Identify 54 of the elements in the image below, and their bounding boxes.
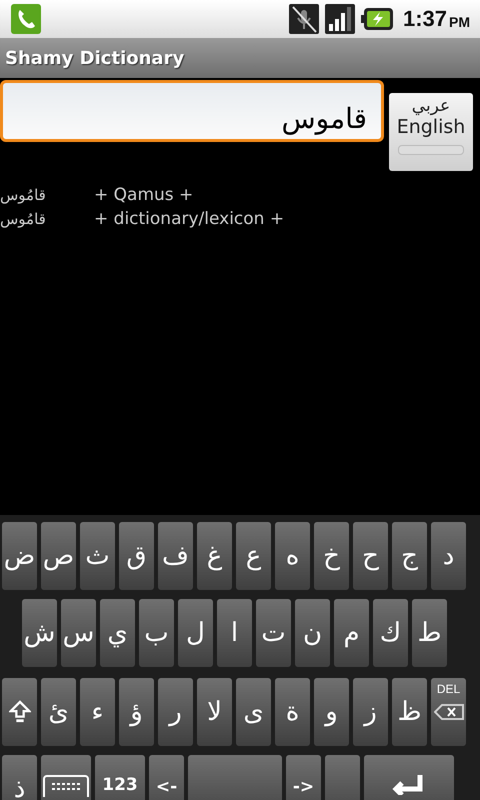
letter-key[interactable]: د <box>431 522 466 590</box>
letter-key[interactable]: لا <box>197 678 232 746</box>
letter-key[interactable]: س <box>61 599 96 667</box>
english-translation: + Qamus + <box>94 184 194 207</box>
keyboard-icon <box>43 775 89 797</box>
letter-key[interactable]: ط <box>412 599 447 667</box>
letter-key[interactable]: ب <box>139 599 174 667</box>
arabic-word: قامُوس <box>0 209 47 230</box>
search-field[interactable]: قاموس <box>0 80 384 142</box>
arrow-key[interactable]: <- <box>149 755 184 800</box>
shift-key[interactable] <box>2 678 37 746</box>
arabic-word: قامُوس <box>0 185 47 206</box>
letter-key[interactable]: ا <box>217 599 252 667</box>
clock-time: 1:37 <box>402 6 447 32</box>
letter-key[interactable]: ث <box>80 522 115 590</box>
letter-key[interactable]: ؤ <box>119 678 154 746</box>
letter-key[interactable]: ق <box>119 522 154 590</box>
battery-charging-icon <box>360 8 393 30</box>
letter-key[interactable]: ة <box>275 678 310 746</box>
backspace-icon <box>434 704 464 720</box>
app-title: Shamy Dictionary <box>5 48 184 68</box>
letter-key[interactable]: ز <box>353 678 388 746</box>
letter-key[interactable]: ر <box>158 678 193 746</box>
letter-key[interactable]: ض <box>2 522 37 590</box>
letter-key[interactable]: ح <box>353 522 388 590</box>
letter-key[interactable]: ج <box>392 522 427 590</box>
signal-icon <box>324 4 355 34</box>
letter-key[interactable]: ش <box>22 599 57 667</box>
letter-key[interactable]: ظ <box>392 678 427 746</box>
letter-key[interactable]: ذ <box>2 755 37 800</box>
muted-microphone-icon <box>288 4 319 34</box>
letter-key[interactable]: ع <box>236 522 271 590</box>
letter-key[interactable]: ء <box>80 678 115 746</box>
letter-key[interactable]: ئ <box>41 678 76 746</box>
letter-key[interactable]: خ <box>314 522 349 590</box>
letter-key[interactable]: ك <box>373 599 408 667</box>
english-translation: + dictionary/lexicon + <box>94 208 284 231</box>
phone-icon <box>11 4 41 34</box>
letter-key[interactable]: ن <box>295 599 330 667</box>
clock-period: PM <box>449 14 470 30</box>
letter-key[interactable]: ه <box>275 522 310 590</box>
shift-icon <box>8 700 30 724</box>
letter-key[interactable]: ف <box>158 522 193 590</box>
arrow-key[interactable]: -> <box>286 755 321 800</box>
letter-key[interactable]: ل <box>178 599 213 667</box>
letter-key[interactable]: م <box>334 599 369 667</box>
delete-key[interactable]: DEL <box>431 678 466 746</box>
letter-key[interactable]: ص <box>41 522 76 590</box>
numbers-key[interactable]: 123 <box>95 755 145 800</box>
letter-key[interactable]: ى <box>236 678 271 746</box>
letter-key[interactable]: غ <box>197 522 232 590</box>
letter-key[interactable]: ي <box>100 599 135 667</box>
letter-key[interactable]: ت <box>256 599 291 667</box>
letter-key[interactable]: و <box>314 678 349 746</box>
